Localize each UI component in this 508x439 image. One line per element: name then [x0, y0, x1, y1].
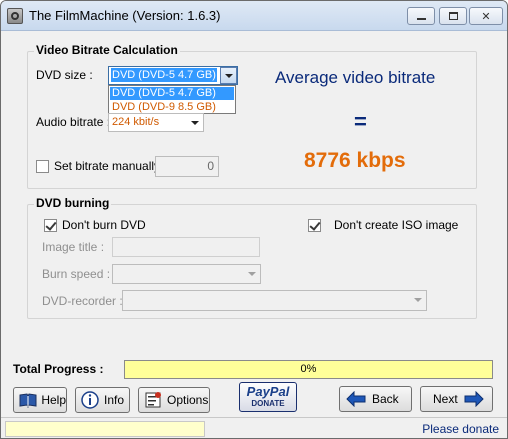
- bitrate-result: 8776 kbps: [304, 149, 406, 172]
- dvd-size-select[interactable]: DVD (DVD-5 4.7 GB): [108, 66, 238, 85]
- dont-create-iso-checkbox[interactable]: [308, 219, 321, 232]
- maximize-icon: [448, 12, 458, 20]
- close-button[interactable]: ✕: [469, 7, 503, 25]
- minimize-icon: [416, 17, 426, 20]
- total-progress-label: Total Progress :: [13, 362, 104, 376]
- minimize-button[interactable]: [407, 7, 435, 25]
- paypal-donate-button[interactable]: PayPal DONATE: [239, 382, 297, 412]
- bitrate-group-title: Video Bitrate Calculation: [34, 43, 180, 57]
- dvd-size-label: DVD size :: [36, 68, 93, 82]
- dvd-size-value: DVD (DVD-5 4.7 GB): [111, 68, 217, 82]
- audio-bitrate-dropdown-button[interactable]: [186, 114, 203, 131]
- info-button[interactable]: Info: [75, 387, 130, 413]
- manual-bitrate-input[interactable]: 0: [155, 156, 219, 177]
- chevron-down-icon: [413, 297, 422, 302]
- set-bitrate-manually-checkbox[interactable]: [36, 160, 49, 173]
- help-button[interactable]: Help: [13, 387, 67, 413]
- maximize-button[interactable]: [439, 7, 467, 25]
- progress-percent: 0%: [300, 363, 317, 375]
- window-title: The FilmMachine (Version: 1.6.3): [29, 8, 221, 23]
- options-button-label: Options: [167, 393, 209, 407]
- arrow-left-icon: [346, 389, 366, 409]
- close-icon: ✕: [481, 10, 491, 23]
- dont-create-iso-label: Don't create ISO image: [334, 218, 459, 232]
- title-bar[interactable]: The FilmMachine (Version: 1.6.3) ✕: [1, 1, 507, 31]
- paypal-logo: PayPal: [246, 384, 290, 399]
- image-title-input[interactable]: [112, 237, 260, 257]
- dvd-size-option[interactable]: DVD (DVD-5 4.7 GB): [110, 87, 234, 100]
- status-message-field: [5, 421, 205, 437]
- image-title-label: Image title :: [42, 240, 105, 254]
- dvd-recorder-select[interactable]: [122, 290, 427, 311]
- average-bitrate-title: Average video bitrate: [275, 68, 436, 87]
- dont-burn-dvd-checkbox[interactable]: [44, 219, 57, 232]
- please-donate-text: Please donate: [422, 422, 499, 436]
- chevron-down-icon: [190, 120, 199, 125]
- options-icon: [143, 390, 163, 410]
- audio-bitrate-select[interactable]: 224 kbit/s: [108, 113, 204, 132]
- back-button[interactable]: Back: [339, 386, 412, 412]
- book-icon: [18, 390, 37, 410]
- dvd-recorder-dropdown-button[interactable]: [409, 291, 426, 308]
- audio-bitrate-value: 224 kbit/s: [112, 116, 160, 128]
- dvd-size-dropdown-list: DVD (DVD-5 4.7 GB) DVD (DVD-9 8.5 GB): [108, 85, 236, 114]
- chevron-down-icon: [224, 73, 233, 78]
- set-bitrate-manually-label: Set bitrate manually: [54, 159, 161, 173]
- burn-speed-dropdown-button[interactable]: [243, 265, 260, 282]
- equals-sign: =: [354, 109, 367, 134]
- dvd-recorder-label: DVD-recorder :: [42, 294, 123, 308]
- info-icon: [80, 390, 100, 410]
- burning-group-title: DVD burning: [34, 196, 112, 210]
- info-button-label: Info: [104, 393, 125, 407]
- burn-speed-select[interactable]: [112, 264, 261, 284]
- app-icon: [7, 8, 23, 24]
- burn-speed-label: Burn speed :: [42, 267, 111, 281]
- dvd-size-dropdown-button[interactable]: [220, 67, 237, 84]
- total-progress-bar: 0%: [124, 360, 493, 379]
- back-button-label: Back: [372, 392, 399, 406]
- help-button-label: Help: [41, 393, 66, 407]
- next-button[interactable]: Next: [420, 386, 493, 412]
- chevron-down-icon: [247, 271, 256, 276]
- donate-label: DONATE: [251, 399, 285, 408]
- audio-bitrate-label: Audio bitrate :: [36, 115, 111, 129]
- main-window: The FilmMachine (Version: 1.6.3) ✕ Video…: [0, 0, 508, 439]
- status-bar: Please donate: [1, 417, 507, 438]
- next-button-label: Next: [433, 392, 458, 406]
- options-button[interactable]: Options: [138, 387, 210, 413]
- dont-burn-dvd-label: Don't burn DVD: [62, 218, 146, 232]
- arrow-right-icon: [464, 389, 484, 409]
